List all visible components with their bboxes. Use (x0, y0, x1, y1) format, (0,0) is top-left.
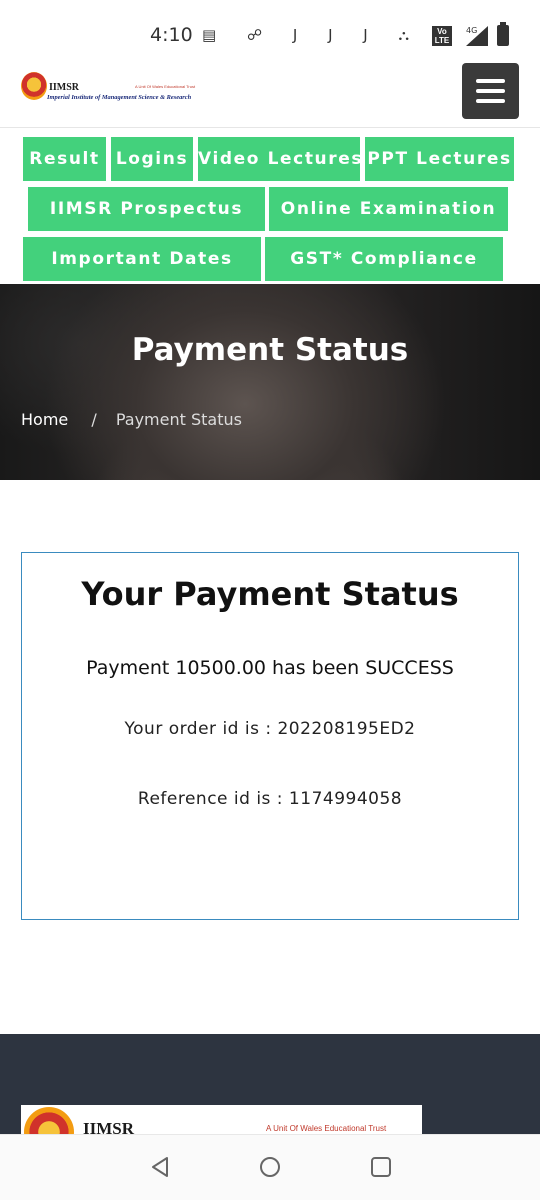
signal-icon: 4G (466, 26, 488, 46)
online-examination-button[interactable]: Online Examination (269, 187, 508, 231)
notification-icons: ▤ ☍ J J J ⛬ • (202, 26, 462, 44)
quick-links: Result Logins Video Lectures PPT Lecture… (0, 130, 540, 284)
menu-button[interactable] (462, 63, 519, 119)
page-banner: Payment Status Home / Payment Status (0, 284, 540, 480)
logo-full-name: Imperial Institute of Management Science… (47, 94, 192, 101)
svg-text:4G: 4G (466, 26, 477, 35)
site-header: IIMSR A Unit Of Wales Educational Trust … (0, 62, 540, 128)
breadcrumb-home-link[interactable]: Home (21, 410, 68, 429)
footer-logo-emblem-icon (24, 1107, 74, 1134)
ppt-lectures-button[interactable]: PPT Lectures (365, 137, 514, 181)
video-lectures-button[interactable]: Video Lectures (198, 137, 360, 181)
footer-logo-tagline: A Unit Of Wales Educational Trust (266, 1124, 387, 1133)
page-title: Payment Status (131, 332, 409, 368)
recents-icon[interactable] (369, 1155, 393, 1179)
breadcrumb: Home / Payment Status (21, 410, 242, 429)
reference-id-text: Reference id is : 1174994058 (137, 789, 403, 809)
logo-name: IIMSR (49, 82, 80, 93)
status-time: 4:10 (150, 24, 193, 46)
logo-emblem-icon (21, 72, 47, 100)
menu-icon (476, 79, 505, 83)
battery-icon (497, 22, 509, 46)
breadcrumb-separator: / (91, 410, 97, 429)
payment-message: Payment 10500.00 has been SUCCESS (86, 657, 454, 679)
footer-logo[interactable]: IIMSR A Unit Of Wales Educational Trust (21, 1105, 422, 1134)
volte-icon: Vo LTE (432, 26, 452, 46)
back-icon[interactable] (148, 1155, 172, 1179)
logins-button[interactable]: Logins (111, 137, 193, 181)
system-nav-bar (0, 1134, 540, 1200)
important-dates-button[interactable]: Important Dates (23, 237, 261, 281)
home-icon[interactable] (258, 1155, 282, 1179)
result-button[interactable]: Result (23, 137, 106, 181)
breadcrumb-current: Payment Status (115, 410, 242, 429)
prospectus-button[interactable]: IIMSR Prospectus (28, 187, 265, 231)
payment-status-heading: Your Payment Status (81, 575, 459, 613)
order-id-text: Your order id is : 202208195ED2 (124, 719, 416, 739)
site-footer: IIMSR A Unit Of Wales Educational Trust (0, 1034, 540, 1134)
status-bar: 4:10 ▤ ☍ J J J ⛬ • Vo LTE 4G (0, 0, 540, 62)
logo-tagline: A Unit Of Wales Educational Trust (135, 84, 196, 89)
footer-logo-name: IIMSR (83, 1119, 135, 1134)
gst-compliance-button[interactable]: GST* Compliance (265, 237, 503, 281)
site-logo[interactable]: IIMSR A Unit Of Wales Educational Trust … (21, 72, 201, 106)
payment-status-card: Your Payment Status Payment 10500.00 has… (21, 552, 519, 920)
